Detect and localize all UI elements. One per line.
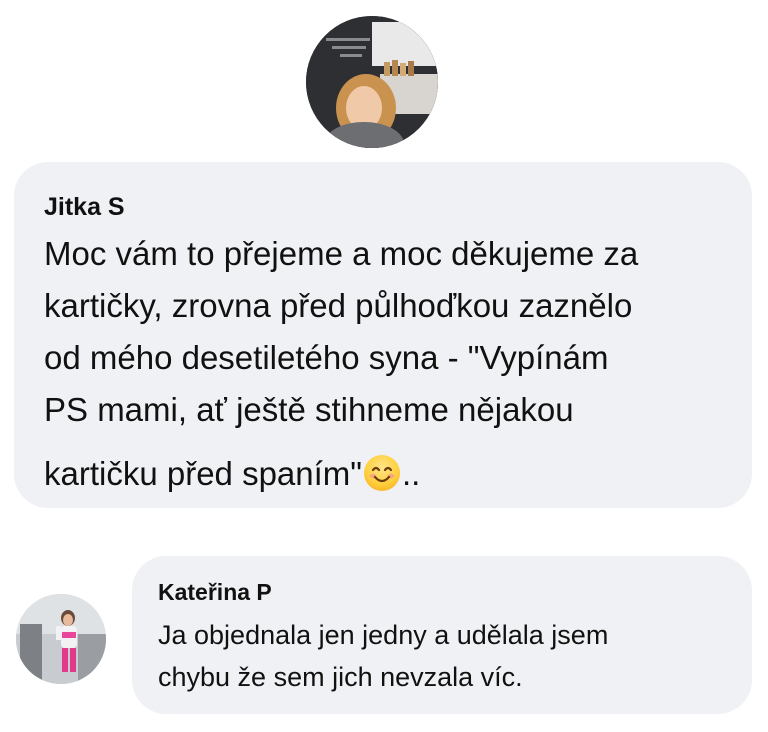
comment-author[interactable]: Jitka S	[44, 192, 724, 222]
comment-text: Moc vám to přejeme a moc děkujeme za kar…	[44, 228, 724, 500]
comment-text: Ja objednala jen jedny a udělala jsem ch…	[158, 614, 728, 698]
comment-bubble: Kateřina P Ja objednala jen jedny a uděl…	[132, 556, 752, 714]
comment-author[interactable]: Kateřina P	[158, 578, 728, 606]
comment-line: od mého desetiletého syna - "Vypínám	[44, 339, 609, 376]
smiling-face-emoji-icon	[364, 455, 401, 491]
comment-line: kartičky, zrovna před půlhoďkou zaznělo	[44, 287, 633, 324]
comment-line: PS mami, ať ještě stihneme nějakou	[44, 391, 574, 428]
comment-line: kartičku před spaním"	[44, 455, 363, 492]
comment-line: Ja objednala jen jedny a udělala jsem	[158, 620, 609, 650]
avatar-photo	[16, 594, 106, 684]
comment-line: ..	[402, 455, 421, 492]
comment-line: chybu že sem jich nevzala víc.	[158, 662, 523, 692]
comment-line: Moc vám to přejeme a moc děkujeme za	[44, 235, 639, 272]
avatar-photo	[306, 16, 438, 148]
comment-line-last: kartičku před spaním" ..	[44, 448, 724, 500]
avatar[interactable]	[16, 594, 106, 684]
comment-bubble: Jitka S Moc vám to přejeme a moc děkujem…	[14, 162, 752, 508]
avatar[interactable]	[306, 16, 438, 148]
